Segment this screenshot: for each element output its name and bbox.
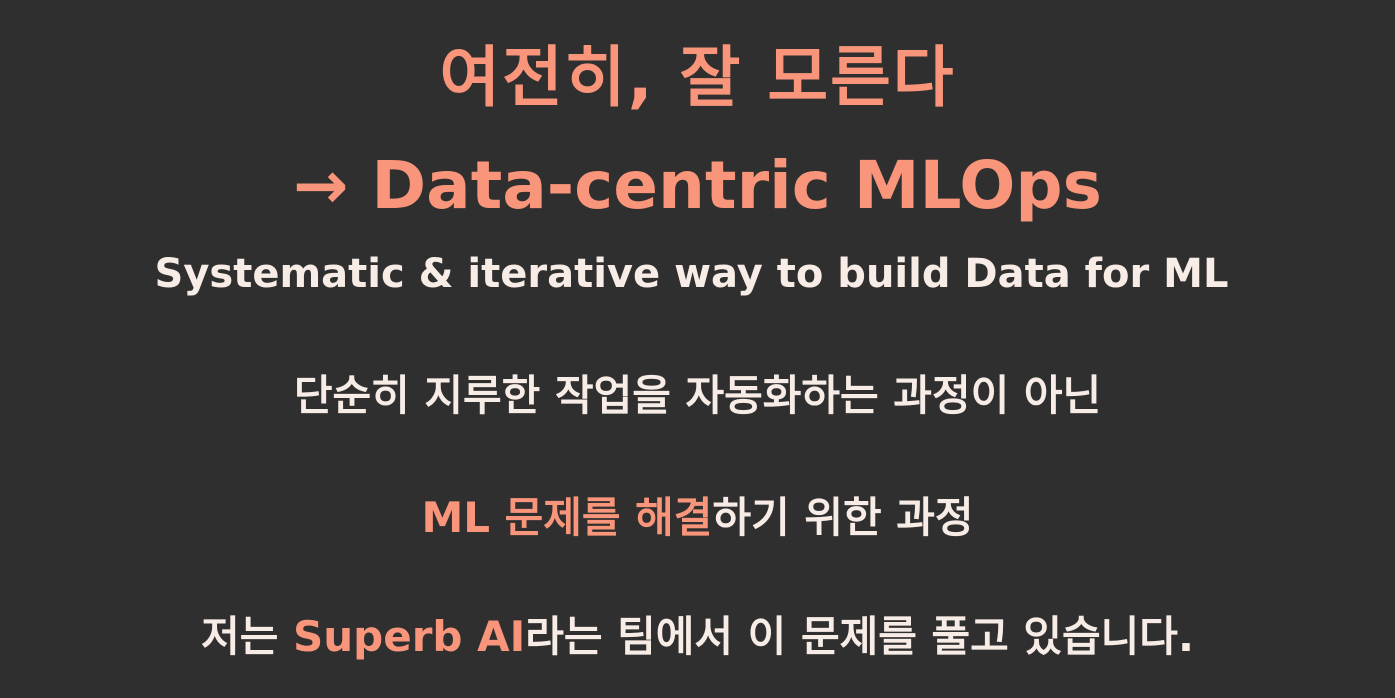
body-line-2: ML 문제를 해결하기 위한 과정	[0, 486, 1395, 550]
body-line-1: 단순히 지루한 작업을 자동화하는 과정이 아닌	[293, 371, 1102, 420]
body-line-3-prefix: 저는	[201, 612, 293, 661]
body-line-2-highlight: ML 문제를 해결	[421, 493, 713, 542]
body-line-3: 저는 Superb AI라는 팀에서 이 문제를 풀고 있습니다.	[0, 605, 1395, 669]
body-line-3-rest: 라는 팀에서 이 문제를 풀고 있습니다.	[525, 612, 1194, 661]
body-line-2-rest: 하기 위한 과정	[712, 493, 974, 542]
presentation-slide: 여전히, 잘 모른다 → Data-centric MLOps Systemat…	[0, 0, 1395, 698]
slide-title-line-2: → Data-centric MLOps	[293, 147, 1102, 224]
body-line-3-highlight: Superb AI	[293, 612, 526, 661]
slide-subtitle: Systematic & iterative way to build Data…	[154, 251, 1229, 297]
slide-title-line-1: 여전히, 잘 모른다	[439, 39, 956, 116]
